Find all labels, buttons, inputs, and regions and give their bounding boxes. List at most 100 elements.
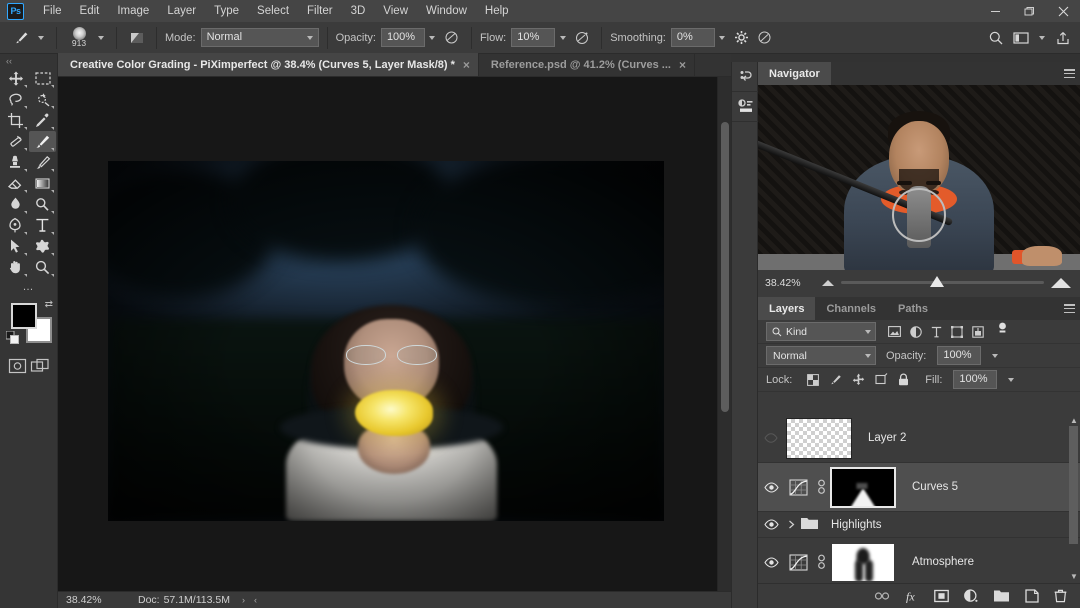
canvas-area[interactable]: [58, 77, 731, 608]
zoom-tool[interactable]: [29, 257, 56, 278]
quick-selection-tool[interactable]: [29, 89, 56, 110]
tablet-pressure-icon[interactable]: [753, 26, 776, 49]
status-prev-arrow[interactable]: ‹: [254, 595, 257, 605]
blur-tool[interactable]: [2, 194, 29, 215]
collapse-chevrons-icon[interactable]: ‹‹: [0, 54, 57, 68]
lock-transparent-pixels-icon[interactable]: [807, 373, 820, 386]
lock-artboard-nesting-icon[interactable]: [875, 373, 888, 386]
menu-filter[interactable]: Filter: [298, 2, 342, 20]
smoothing-input[interactable]: 0%: [670, 28, 715, 47]
layer-mask-thumbnail[interactable]: [830, 466, 896, 508]
lock-position-icon[interactable]: [852, 373, 865, 386]
layer-thumbnail[interactable]: [786, 417, 852, 459]
edit-toolbar-button[interactable]: …: [0, 278, 58, 296]
menu-image[interactable]: Image: [108, 2, 158, 20]
filter-shape-layers-icon[interactable]: [951, 325, 963, 338]
menu-type[interactable]: Type: [205, 2, 248, 20]
eyedropper-tool[interactable]: [29, 110, 56, 131]
opacity-caret-icon[interactable]: [425, 28, 440, 48]
delete-layer-icon[interactable]: [1054, 589, 1067, 603]
status-next-arrow[interactable]: ›: [242, 595, 245, 605]
flow-caret-icon[interactable]: [555, 28, 570, 48]
layer-fill-caret-icon[interactable]: [1003, 370, 1018, 390]
menu-select[interactable]: Select: [248, 2, 298, 20]
share-icon[interactable]: [1051, 26, 1074, 49]
new-adjustment-layer-icon[interactable]: [964, 589, 978, 603]
document-tab-active[interactable]: Creative Color Grading - PiXimperfect @ …: [58, 53, 479, 76]
blend-mode-select[interactable]: Normal: [200, 28, 319, 47]
restore-button[interactable]: [1012, 0, 1046, 22]
layer-row-highlights-group[interactable]: Highlights: [758, 512, 1080, 538]
path-selection-tool[interactable]: [2, 236, 29, 257]
brush-size-preview[interactable]: 913: [65, 27, 93, 48]
move-tool[interactable]: [2, 68, 29, 89]
clone-stamp-tool[interactable]: [2, 152, 29, 173]
brush-tool[interactable]: [29, 131, 56, 152]
zoom-slider-knob[interactable]: [930, 276, 945, 287]
close-icon[interactable]: ×: [679, 59, 686, 71]
menu-window[interactable]: Window: [417, 2, 476, 20]
add-layer-mask-icon[interactable]: [934, 589, 949, 603]
gradient-tool[interactable]: [29, 173, 56, 194]
layer-visibility-toggle[interactable]: [758, 481, 784, 493]
navigator-zoom-slider[interactable]: [822, 276, 1080, 288]
layer-opacity-caret-icon[interactable]: [987, 346, 1002, 366]
filter-pixel-layers-icon[interactable]: [888, 326, 901, 337]
workspace-icon[interactable]: [1009, 26, 1032, 49]
tab-layers[interactable]: Layers: [758, 297, 816, 320]
custom-shape-tool[interactable]: [29, 236, 56, 257]
gear-icon[interactable]: [730, 26, 753, 49]
eraser-tool[interactable]: [2, 173, 29, 194]
tool-preset-caret-icon[interactable]: [33, 28, 48, 48]
filter-toggle-switch-icon[interactable]: [997, 322, 1008, 341]
pressure-opacity-icon[interactable]: [440, 26, 463, 49]
panel-menu-icon[interactable]: [1064, 69, 1075, 78]
document-tab-reference[interactable]: Reference.psd @ 41.2% (Curves ... ×: [479, 53, 695, 76]
swap-colors-icon[interactable]: ⇄: [45, 299, 53, 310]
link-layers-icon[interactable]: [874, 589, 890, 603]
rectangular-marquee-tool[interactable]: [29, 68, 56, 89]
filter-type-layers-icon[interactable]: [931, 326, 942, 338]
layer-row-atmosphere[interactable]: Atmosphere: [758, 538, 1080, 583]
brush-panel-caret-icon[interactable]: [93, 28, 108, 48]
layers-list[interactable]: Layer 2 Curves 5 Highlights Atmosphere ▲…: [758, 414, 1080, 583]
pen-tool[interactable]: [2, 215, 29, 236]
layer-mask-thumbnail[interactable]: [830, 541, 896, 583]
current-tool-brush-icon[interactable]: [10, 26, 33, 49]
search-icon[interactable]: [984, 26, 1007, 49]
opacity-input[interactable]: 100%: [380, 28, 425, 47]
brush-settings-icon[interactable]: [125, 26, 148, 49]
foreground-color-swatch[interactable]: [11, 303, 37, 329]
navigator-zoom-value[interactable]: 38.42%: [758, 277, 822, 289]
default-colors-icon[interactable]: [5, 330, 19, 347]
tab-channels[interactable]: Channels: [815, 297, 887, 320]
lock-all-icon[interactable]: [898, 373, 909, 386]
status-zoom-level[interactable]: 38.42%: [66, 594, 128, 606]
quick-mask-icon[interactable]: [6, 354, 29, 377]
menu-edit[interactable]: Edit: [71, 2, 109, 20]
layer-name[interactable]: Layer 2: [868, 432, 906, 444]
type-tool[interactable]: [29, 215, 56, 236]
layer-name[interactable]: Highlights: [831, 519, 882, 531]
airbrush-icon[interactable]: [570, 26, 593, 49]
flow-input[interactable]: 10%: [511, 28, 556, 47]
layer-fill-input[interactable]: 100%: [953, 370, 998, 389]
tab-navigator[interactable]: Navigator: [758, 62, 831, 85]
menu-help[interactable]: Help: [476, 2, 518, 20]
panel-menu-icon[interactable]: [1064, 304, 1075, 313]
layer-styles-fx-icon[interactable]: fx: [905, 589, 919, 604]
adjustments-panel-icon[interactable]: [732, 92, 759, 122]
link-icon[interactable]: [812, 554, 830, 570]
lock-image-pixels-icon[interactable]: [829, 373, 842, 386]
screen-mode-icon[interactable]: [29, 354, 52, 377]
menu-layer[interactable]: Layer: [158, 2, 205, 20]
layer-blend-mode-select[interactable]: Normal: [766, 346, 876, 365]
crop-tool[interactable]: [2, 110, 29, 131]
history-panel-icon[interactable]: [732, 62, 759, 92]
hand-tool[interactable]: [2, 257, 29, 278]
close-icon[interactable]: ×: [463, 59, 470, 71]
dodge-tool[interactable]: [29, 194, 56, 215]
filter-adjustment-layers-icon[interactable]: [910, 325, 922, 338]
menu-file[interactable]: File: [34, 2, 71, 20]
lasso-tool[interactable]: [2, 89, 29, 110]
